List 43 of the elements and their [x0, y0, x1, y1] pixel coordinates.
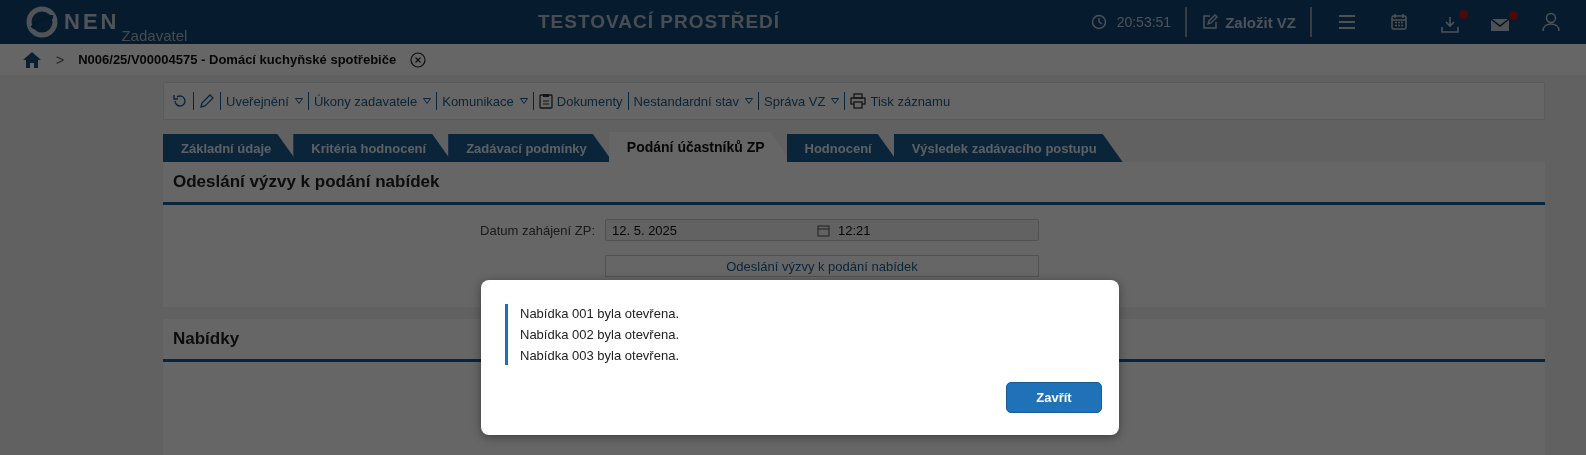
- close-icon[interactable]: [410, 51, 427, 68]
- menu-icon[interactable]: [1338, 14, 1356, 30]
- printer-icon: [850, 93, 867, 109]
- toolbar-link[interactable]: Dokumenty: [538, 93, 623, 109]
- logo-text: NEN: [64, 8, 120, 36]
- caret-icon: [745, 98, 754, 104]
- home-icon[interactable]: [22, 50, 42, 69]
- breadcrumb-separator: >: [56, 51, 65, 68]
- create-button[interactable]: Založit VZ: [1201, 13, 1296, 31]
- pencil-icon[interactable]: [199, 93, 215, 109]
- caret-icon: [519, 98, 528, 104]
- caret-icon: [831, 98, 840, 104]
- send-invitation-button[interactable]: Odeslání výzvy k podání nabídek: [605, 255, 1039, 277]
- toolbar-link[interactable]: Tisk záznamu: [850, 93, 951, 109]
- date-time-field[interactable]: 12. 5. 2025 12:21: [605, 219, 1039, 241]
- toolbar-menu[interactable]: Komunikace: [442, 93, 528, 109]
- toolbar-menu[interactable]: Úkony zadavatele: [313, 93, 432, 109]
- section-title: Odeslání výzvy k podání nabídek: [163, 162, 1545, 205]
- user-icon[interactable]: [1542, 12, 1560, 32]
- refresh-icon[interactable]: [172, 93, 188, 109]
- environment-title: TESTOVACÍ PROSTŘEDÍ: [538, 11, 782, 33]
- clipboard-icon: [538, 93, 553, 109]
- clock-time: 20:53:51: [1116, 14, 1172, 30]
- tab[interactable]: Výsledek zadávacího postupu: [893, 134, 1123, 162]
- caret-icon: [423, 98, 432, 104]
- message-text: Nabídka 002 byla otevřena.: [520, 327, 680, 342]
- caret-icon: [294, 98, 303, 104]
- calendar-icon[interactable]: [1390, 13, 1408, 31]
- toolbar-menu[interactable]: Správa VZ: [764, 93, 840, 109]
- close-button[interactable]: Zavřít: [1006, 382, 1102, 413]
- logo-icon: [26, 6, 58, 38]
- message-text: Nabídka 001 byla otevřena.: [520, 306, 680, 321]
- breadcrumb-item[interactable]: N006/25/V00004575 - Domácí kuchyňské spotřebiče: [78, 52, 397, 67]
- calendar-icon: [817, 223, 830, 237]
- toolbar-menu[interactable]: Uveřejnění: [226, 93, 303, 109]
- edit-icon: [1201, 13, 1220, 31]
- field-label: Datum zahájení ZP:: [479, 222, 595, 238]
- message-text: Nabídka 003 byla otevřena.: [520, 348, 680, 363]
- download-icon[interactable]: [1440, 10, 1468, 34]
- role-label: Zadavatel: [121, 27, 188, 44]
- clock-icon: [1090, 14, 1107, 30]
- toolbar-menu[interactable]: Nestandardní stav: [633, 93, 754, 109]
- mail-icon[interactable]: [1490, 11, 1518, 33]
